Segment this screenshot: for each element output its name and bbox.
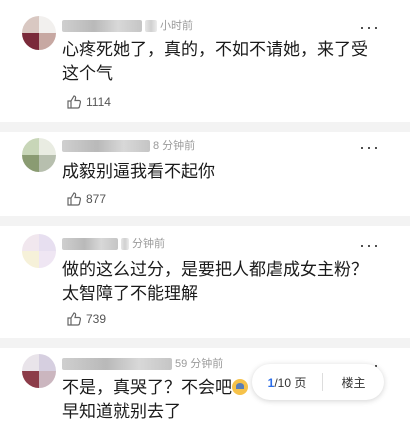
username-blurred[interactable] xyxy=(62,238,118,251)
divider xyxy=(0,122,410,132)
comment-text-line2: 早知道就别去了 xyxy=(62,402,181,421)
comment-meta: 59 分钟前 xyxy=(62,356,223,372)
page-indicator[interactable]: 1/10 页 xyxy=(252,374,322,391)
comment-time: 8 分钟前 xyxy=(153,140,196,152)
thumbs-up-icon xyxy=(67,95,82,109)
comment-item: 8 分钟前 ··· 成毅别逼我看不起你 877 xyxy=(0,132,410,224)
avatar[interactable] xyxy=(22,234,56,268)
like-count: 739 xyxy=(86,312,107,326)
comment-text: 做的这么过分，是要把人都虐成女主粉？太智障了不能理解 xyxy=(62,260,368,303)
comment-text: 不是，真哭了？不会吧 xyxy=(62,376,262,400)
username-blurred[interactable] xyxy=(62,20,142,33)
comment-text: 心疼死她了，真的，不如不请她，来了受这个气 xyxy=(62,40,368,83)
comment-text-line1: 不是，真哭了？不会吧 xyxy=(62,378,232,397)
like-count: 1114 xyxy=(86,95,111,109)
avatar[interactable] xyxy=(22,16,56,50)
comment-item: 分钟前 ··· 做的这么过分，是要把人都虐成女主粉？太智障了不能理解 739 xyxy=(0,226,410,346)
more-dots-icon[interactable]: ··· xyxy=(359,18,380,36)
comment-meta: 小时前 xyxy=(62,18,193,34)
comment-text: 成毅别逼我看不起你 xyxy=(62,162,215,181)
more-dots-icon[interactable]: ··· xyxy=(359,236,380,254)
like-button[interactable]: 877 xyxy=(66,190,106,208)
more-dots-icon[interactable]: ··· xyxy=(359,138,380,156)
username-blurred[interactable] xyxy=(62,140,150,153)
comment-time: 分钟前 xyxy=(132,238,165,250)
divider xyxy=(0,338,410,348)
total-pages: /10 页 xyxy=(274,375,307,390)
comment-item: 小时前 ··· 心疼死她了，真的，不如不请她，来了受这个气 1114 xyxy=(0,0,410,122)
like-button[interactable]: 1114 xyxy=(66,93,111,111)
comment-meta: 分钟前 xyxy=(62,236,165,252)
thumbs-up-icon xyxy=(67,312,82,326)
like-count: 877 xyxy=(86,192,107,206)
username-blurred[interactable] xyxy=(62,358,172,371)
divider xyxy=(0,216,410,226)
avatar[interactable] xyxy=(22,138,56,172)
anxious-face-emoji xyxy=(232,379,248,395)
floating-pager: 1/10 页 楼主 xyxy=(252,364,384,400)
comment-time: 小时前 xyxy=(160,20,193,32)
thumbs-up-icon xyxy=(67,192,82,206)
floor-owner-button[interactable]: 楼主 xyxy=(323,374,384,391)
comment-time: 59 分钟前 xyxy=(175,358,224,370)
comment-meta: 8 分钟前 xyxy=(62,138,195,154)
like-button[interactable]: 739 xyxy=(66,310,106,328)
avatar[interactable] xyxy=(22,354,56,388)
